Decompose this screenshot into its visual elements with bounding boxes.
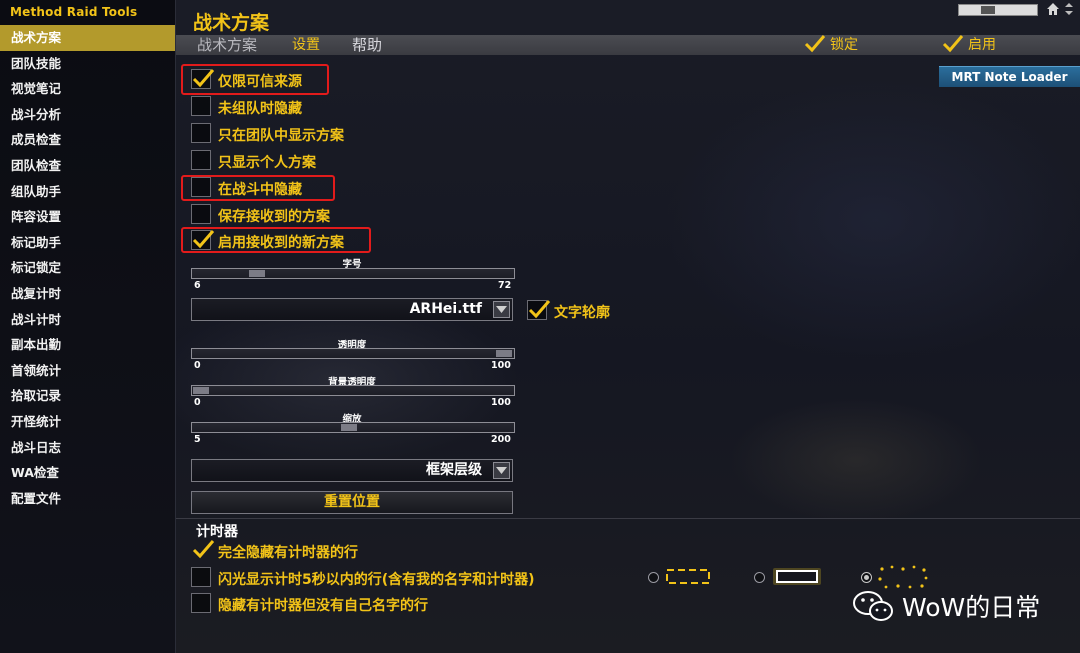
checkmark-icon [192, 540, 215, 559]
chevron-down-icon [496, 306, 507, 313]
hide-ungrouped-checkbox[interactable] [191, 96, 211, 116]
chevron-down-icon [496, 467, 507, 474]
watermark-text: WoW的日常 [902, 593, 1041, 622]
watermark: WoW的日常 [852, 588, 1040, 628]
lock-label: 锁定 [830, 37, 858, 53]
save-received-checkbox[interactable] [191, 204, 211, 224]
trusted-only-checkbox[interactable] [191, 69, 215, 89]
hide-timer-lines-checkbox[interactable] [191, 540, 215, 560]
sidebar-item-combat-log[interactable]: 战斗日志 [0, 435, 175, 461]
opacity-min: 0 [194, 360, 201, 371]
sidebar-item-profiles[interactable]: 配置文件 [0, 486, 175, 512]
font-dropdown-button[interactable] [493, 301, 510, 318]
sidebar-item-notes[interactable]: 战术方案 [0, 25, 175, 51]
sidebar-item-pull-stats[interactable]: 开怪统计 [0, 409, 175, 435]
wechat-icon [853, 591, 893, 621]
tab-notes[interactable]: 战术方案 [197, 35, 257, 55]
hide-in-combat-label: 在战斗中隐藏 [218, 182, 302, 198]
sidebar-item-raid-check[interactable]: 团队检查 [0, 153, 175, 179]
resize-arrows-icon[interactable] [1064, 3, 1074, 15]
window-scrollbar[interactable] [958, 4, 1038, 16]
enable-received-label: 启用接收到的新方案 [218, 235, 344, 251]
frame-strata-value: 框架层级 [426, 462, 482, 478]
enable-checkbox[interactable] [942, 34, 964, 54]
scale-min: 5 [194, 434, 201, 445]
enable-received-checkbox[interactable] [191, 230, 215, 250]
sidebar-item-roster-setup[interactable]: 阵容设置 [0, 204, 175, 230]
checkmark-icon [528, 300, 551, 319]
hide-timer-lines-label: 完全隐藏有计时器的行 [218, 545, 358, 561]
hide-ungrouped-label: 未组队时隐藏 [218, 101, 302, 117]
sidebar-item-raid-cooldowns[interactable]: 团队技能 [0, 51, 175, 77]
hide-others-timer-checkbox[interactable] [191, 593, 211, 613]
font-dropdown-value: ARHei.ttf [409, 301, 482, 317]
save-received-label: 保存接收到的方案 [218, 209, 330, 225]
section-divider [176, 518, 1080, 519]
sidebar-item-fight-analysis[interactable]: 战斗分析 [0, 102, 175, 128]
font-size-min: 6 [194, 280, 201, 291]
sidebar: Method Raid Tools 战术方案 团队技能 视觉笔记 战斗分析 成员… [0, 0, 176, 653]
reset-position-button[interactable]: 重置位置 [191, 491, 513, 514]
page-title: 战术方案 [193, 12, 270, 34]
sidebar-item-marks-lock[interactable]: 标记锁定 [0, 255, 175, 281]
hide-others-timer-label: 隐藏有计时器但没有自己名字的行 [218, 598, 428, 614]
sidebar-item-boss-stats[interactable]: 首领统计 [0, 358, 175, 384]
mrt-note-loader-button[interactable]: MRT Note Loader [939, 66, 1080, 87]
addon-title: Method Raid Tools [10, 5, 138, 19]
bg-opacity-min: 0 [194, 397, 201, 408]
scale-slider-thumb[interactable] [341, 424, 357, 431]
text-outline-checkbox[interactable] [527, 300, 551, 320]
bg-opacity-max: 100 [491, 397, 511, 408]
lock-checkbox[interactable] [804, 34, 826, 54]
flash-style-radio-1[interactable] [648, 572, 659, 583]
enable-label: 启用 [968, 37, 996, 53]
text-outline-label: 文字轮廓 [554, 305, 610, 321]
opacity-slider[interactable] [191, 348, 515, 359]
font-size-max: 72 [498, 280, 512, 291]
sidebar-list: 战术方案 团队技能 视觉笔记 战斗分析 成员检查 团队检查 组队助手 阵容设置 … [0, 25, 175, 511]
main-panel: 战术方案 战术方案 设置 帮助 锁定 启用 MRT Note Loader 仅限… [176, 0, 1080, 653]
sidebar-item-battle-res-timer[interactable]: 战复计时 [0, 281, 175, 307]
scale-max: 200 [491, 434, 511, 445]
sidebar-item-wa-check[interactable]: WA检查 [0, 460, 175, 486]
glow-frame-icon [773, 568, 821, 585]
personal-only-checkbox[interactable] [191, 150, 211, 170]
frame-strata-button[interactable] [493, 462, 510, 479]
sidebar-item-group-helper[interactable]: 组队助手 [0, 179, 175, 205]
sidebar-item-visual-notes[interactable]: 视觉笔记 [0, 76, 175, 102]
personal-only-label: 只显示个人方案 [218, 155, 316, 171]
raid-only-label: 只在团队中显示方案 [218, 128, 344, 144]
raid-only-checkbox[interactable] [191, 123, 211, 143]
font-size-slider[interactable] [191, 268, 515, 279]
frame-strata-dropdown[interactable]: 框架层级 [191, 459, 513, 482]
sidebar-item-fight-timer[interactable]: 战斗计时 [0, 307, 175, 333]
sidebar-item-member-check[interactable]: 成员检查 [0, 127, 175, 153]
font-dropdown[interactable]: ARHei.ttf [191, 298, 513, 321]
flash-timer-lines-label: 闪光显示计时5秒以内的行(含有我的名字和计时器) [218, 572, 535, 588]
font-size-slider-thumb[interactable] [249, 270, 265, 277]
tab-help[interactable]: 帮助 [352, 35, 382, 55]
scroll-thumb[interactable] [981, 6, 995, 14]
flash-style-radio-2[interactable] [754, 572, 765, 583]
opacity-max: 100 [491, 360, 511, 371]
sidebar-item-loot-log[interactable]: 拾取记录 [0, 383, 175, 409]
scale-slider[interactable] [191, 422, 515, 433]
sparkle-frame-icon [878, 565, 928, 589]
opacity-slider-thumb[interactable] [496, 350, 512, 357]
bg-opacity-slider[interactable] [191, 385, 515, 396]
checkmark-icon [192, 69, 215, 88]
hide-in-combat-checkbox[interactable] [191, 177, 211, 197]
flash-style-radio-3[interactable] [861, 572, 872, 583]
checkmark-icon [192, 230, 215, 249]
radio-selected-dot [864, 575, 869, 580]
tab-bar: 战术方案 设置 帮助 锁定 启用 [176, 35, 1080, 55]
home-icon[interactable] [1046, 2, 1060, 16]
dashed-frame-icon [666, 569, 710, 584]
flash-timer-lines-checkbox[interactable] [191, 567, 211, 587]
sidebar-item-attendance[interactable]: 副本出勤 [0, 332, 175, 358]
tab-settings[interactable]: 设置 [292, 35, 320, 55]
sidebar-item-marks-helper[interactable]: 标记助手 [0, 230, 175, 256]
trusted-only-label: 仅限可信来源 [218, 74, 302, 90]
bg-opacity-slider-thumb[interactable] [193, 387, 209, 394]
